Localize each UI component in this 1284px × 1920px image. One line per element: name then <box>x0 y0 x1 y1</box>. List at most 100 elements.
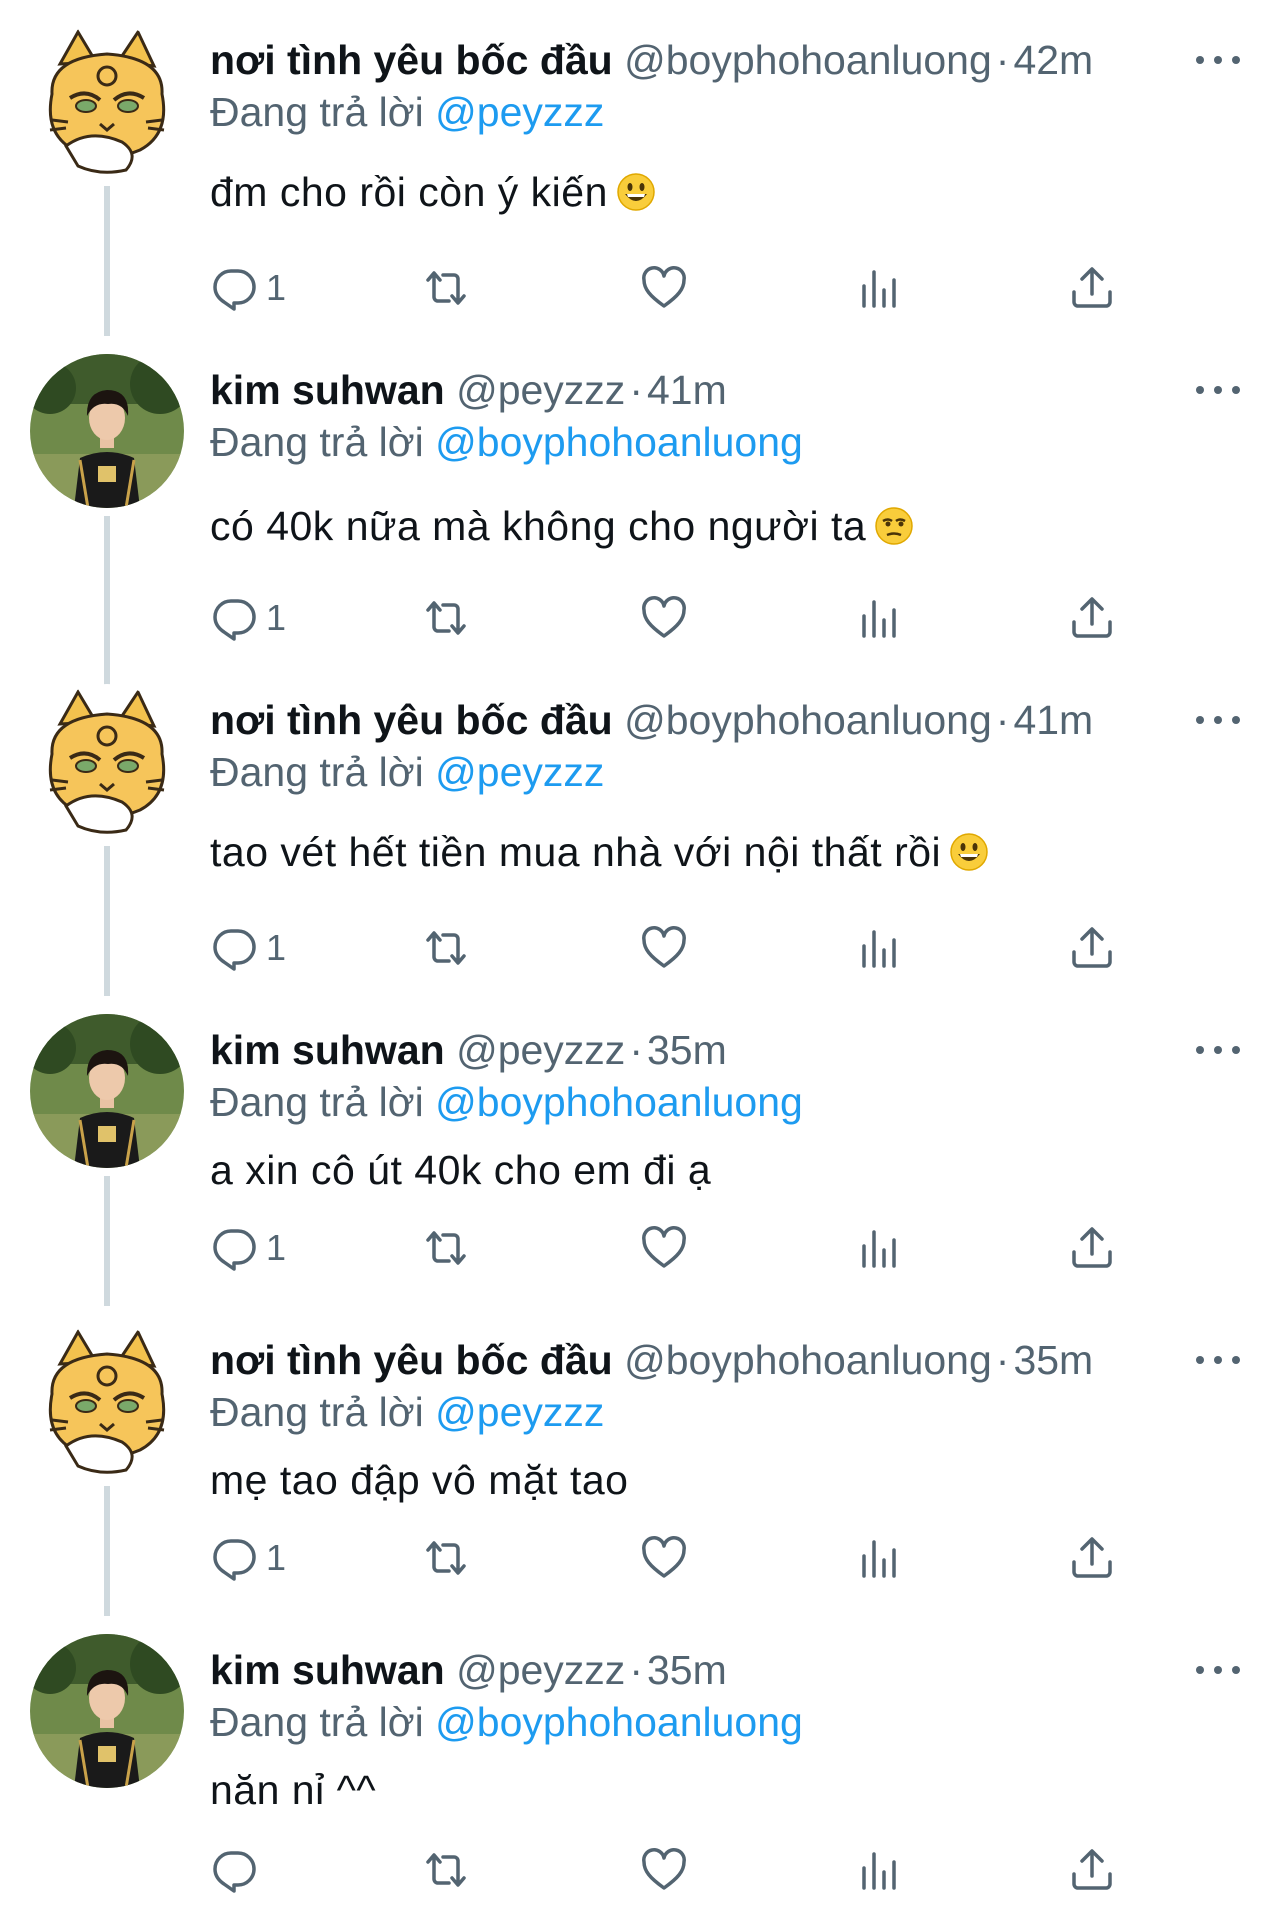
reply-icon <box>213 1539 256 1581</box>
tweet[interactable]: nơi tình yêu bốc đầu @boyphohoanluong·41… <box>0 660 1284 996</box>
avatar[interactable] <box>30 1634 184 1788</box>
reply-button[interactable]: 1 <box>210 258 286 318</box>
avatar[interactable] <box>30 24 184 178</box>
like-button[interactable] <box>640 918 688 978</box>
tweet[interactable]: kim suhwan @peyzzz·35m Đang trả lời @boy… <box>0 990 1284 1306</box>
tweet-text-content: đm cho rồi còn ý kiến <box>210 169 608 215</box>
views-button[interactable] <box>856 1218 904 1278</box>
like-icon <box>642 596 686 638</box>
replying-to-label: Đang trả lời <box>210 1699 424 1745</box>
tweet[interactable]: kim suhwan @peyzzz·35m Đang trả lời @boy… <box>0 1610 1284 1920</box>
timestamp[interactable]: 42m <box>1013 37 1093 83</box>
display-name[interactable]: nơi tình yêu bốc đầu <box>210 697 613 743</box>
avatar[interactable] <box>30 354 184 508</box>
mention-link[interactable]: @peyzzz <box>435 89 604 135</box>
reply-button[interactable] <box>210 1840 266 1900</box>
avatar[interactable] <box>30 1324 184 1478</box>
person-photo-avatar <box>30 1634 184 1788</box>
separator: · <box>995 697 1010 743</box>
mention-link[interactable]: @boyphohoanluong <box>435 1699 803 1745</box>
tweet-actions: 1 <box>0 588 1284 648</box>
display-name[interactable]: kim suhwan <box>210 1647 445 1693</box>
timestamp[interactable]: 35m <box>1013 1337 1093 1383</box>
share-button[interactable] <box>1068 588 1116 648</box>
mention-link[interactable]: @peyzzz <box>435 749 604 795</box>
more-icon[interactable] <box>1196 1032 1240 1068</box>
timestamp[interactable]: 41m <box>1013 697 1093 743</box>
user-handle[interactable]: @peyzzz <box>456 1027 625 1073</box>
avatar[interactable] <box>30 684 184 838</box>
display-name[interactable]: nơi tình yêu bốc đầu <box>210 37 613 83</box>
user-handle[interactable]: @boyphohoanluong <box>624 1337 992 1383</box>
tiger-cartoon-avatar <box>30 684 184 838</box>
replying-to: Đang trả lời @boyphohoanluong <box>210 1076 803 1128</box>
grinning-face-emoji <box>616 172 656 224</box>
retweet-button[interactable] <box>422 1840 470 1900</box>
reply-icon <box>213 1229 256 1271</box>
user-handle[interactable]: @peyzzz <box>456 1647 625 1693</box>
mention-link[interactable]: @peyzzz <box>435 1389 604 1435</box>
reply-button[interactable]: 1 <box>210 588 286 648</box>
reply-icon <box>213 269 256 311</box>
tweet[interactable]: nơi tình yêu bốc đầu @boyphohoanluong·35… <box>0 1300 1284 1616</box>
display-name[interactable]: nơi tình yêu bốc đầu <box>210 1337 613 1383</box>
retweet-icon <box>426 931 466 965</box>
like-button[interactable] <box>640 258 688 318</box>
mention-link[interactable]: @boyphohoanluong <box>435 1079 803 1125</box>
retweet-icon <box>426 1541 466 1575</box>
like-button[interactable] <box>640 1528 688 1588</box>
tweet-text: đm cho rồi còn ý kiến <box>210 166 656 224</box>
like-button[interactable] <box>640 1840 688 1900</box>
share-icon <box>1072 1227 1112 1268</box>
replying-to: Đang trả lời @peyzzz <box>210 86 604 138</box>
tweet[interactable]: nơi tình yêu bốc đầu @boyphohoanluong·42… <box>0 0 1284 336</box>
tweet-text: tao vét hết tiền mua nhà với nội thất rồ… <box>210 826 989 884</box>
mention-link[interactable]: @boyphohoanluong <box>435 419 803 465</box>
more-icon[interactable] <box>1196 372 1240 408</box>
tweet-header: nơi tình yêu bốc đầu @boyphohoanluong·41… <box>210 694 1093 746</box>
share-button[interactable] <box>1068 1528 1116 1588</box>
views-button[interactable] <box>856 1528 904 1588</box>
reply-count: 1 <box>266 1227 287 1268</box>
retweet-button[interactable] <box>422 918 470 978</box>
timestamp[interactable]: 35m <box>647 1027 727 1073</box>
grinning-face-emoji <box>949 832 989 884</box>
share-button[interactable] <box>1068 1840 1116 1900</box>
like-button[interactable] <box>640 1218 688 1278</box>
more-icon[interactable] <box>1196 42 1240 78</box>
share-button[interactable] <box>1068 918 1116 978</box>
views-button[interactable] <box>856 588 904 648</box>
tweet-actions <box>0 1840 1284 1900</box>
views-button[interactable] <box>856 1840 904 1900</box>
more-icon[interactable] <box>1196 1652 1240 1688</box>
reply-button[interactable]: 1 <box>210 1528 286 1588</box>
timestamp[interactable]: 41m <box>647 367 727 413</box>
user-handle[interactable]: @peyzzz <box>456 367 625 413</box>
replying-to-label: Đang trả lời <box>210 749 424 795</box>
user-handle[interactable]: @boyphohoanluong <box>624 37 992 83</box>
more-icon[interactable] <box>1196 1342 1240 1378</box>
views-button[interactable] <box>856 258 904 318</box>
timestamp[interactable]: 35m <box>647 1647 727 1693</box>
like-icon <box>642 1536 686 1578</box>
tweet-actions: 1 <box>0 918 1284 978</box>
views-button[interactable] <box>856 918 904 978</box>
share-icon <box>1072 927 1112 968</box>
retweet-button[interactable] <box>422 258 470 318</box>
retweet-button[interactable] <box>422 1218 470 1278</box>
more-icon[interactable] <box>1196 702 1240 738</box>
reply-button[interactable]: 1 <box>210 1218 286 1278</box>
retweet-button[interactable] <box>422 588 470 648</box>
reply-button[interactable]: 1 <box>210 918 286 978</box>
tweet-text-content: a xin cô út 40k cho em đi ạ <box>210 1147 712 1193</box>
avatar[interactable] <box>30 1014 184 1168</box>
display-name[interactable]: kim suhwan <box>210 1027 445 1073</box>
user-handle[interactable]: @boyphohoanluong <box>624 697 992 743</box>
separator: · <box>629 1027 643 1073</box>
share-button[interactable] <box>1068 1218 1116 1278</box>
like-button[interactable] <box>640 588 688 648</box>
retweet-button[interactable] <box>422 1528 470 1588</box>
display-name[interactable]: kim suhwan <box>210 367 445 413</box>
share-button[interactable] <box>1068 258 1116 318</box>
replying-to-label: Đang trả lời <box>210 1389 424 1435</box>
